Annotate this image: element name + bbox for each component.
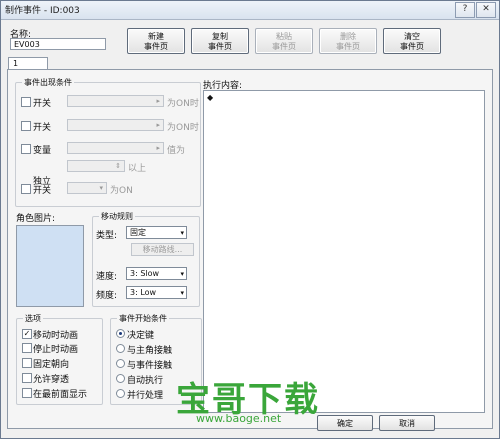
trigger-player-touch-radio[interactable] xyxy=(116,344,125,353)
graphic-label: 角色图片: xyxy=(16,214,56,224)
self-switch-suffix: 为ON xyxy=(110,186,133,196)
switch2-checkbox[interactable] xyxy=(21,121,31,131)
variable-select[interactable]: ▸ xyxy=(67,142,164,154)
trigger-parallel-radio[interactable] xyxy=(116,389,125,398)
switch1-select[interactable]: ▸ xyxy=(67,95,164,107)
direction-fix-checkbox[interactable] xyxy=(22,358,32,368)
movement-group: 移动规则 类型: 固定 ▾ 移动路线... 速度: 3: Slow ▾ 频度: 3:… xyxy=(92,211,200,307)
switch2-select[interactable]: ▸ xyxy=(67,119,164,131)
variable-checkbox[interactable] xyxy=(21,144,31,154)
trigger-title: 事件开始条件 xyxy=(117,313,169,324)
move-route-button[interactable]: 移动路线... xyxy=(131,243,194,256)
clear-page-button[interactable]: 清空 事件页 xyxy=(383,28,441,54)
direction-fix-label: 固定朝向 xyxy=(33,360,70,370)
name-field[interactable]: EV003 xyxy=(10,38,106,50)
trigger-action-label: 决定键 xyxy=(127,331,155,341)
walk-anim-label: 移动时动画 xyxy=(33,331,79,341)
trigger-player-touch-label: 与主角接触 xyxy=(127,346,173,356)
delete-page-button[interactable]: 删除 事件页 xyxy=(319,28,377,54)
movement-title: 移动规则 xyxy=(99,211,135,222)
trigger-parallel-label: 并行处理 xyxy=(127,391,164,401)
exec-marker[interactable]: ◆ xyxy=(207,93,213,102)
ok-button[interactable]: 确定 xyxy=(317,415,373,431)
variable-label: 变量 xyxy=(33,146,52,156)
paste-page-button[interactable]: 粘贴 事件页 xyxy=(255,28,313,54)
switch2-label: 开关 xyxy=(33,123,52,133)
freq-select[interactable]: 3: Low ▾ xyxy=(126,286,187,299)
options-title: 选项 xyxy=(23,313,43,324)
watermark-url: www.baoge.net xyxy=(196,412,282,425)
walk-anim-checkbox[interactable]: ✓ xyxy=(22,329,32,339)
through-checkbox[interactable] xyxy=(22,373,32,383)
step-anim-label: 停止时动画 xyxy=(33,345,79,355)
speed-select[interactable]: 3: Slow ▾ xyxy=(126,267,187,280)
type-select[interactable]: 固定 ▾ xyxy=(126,226,187,239)
trigger-event-touch-label: 与事件接触 xyxy=(127,361,173,371)
close-button[interactable]: ✕ xyxy=(476,2,496,18)
self-switch-checkbox[interactable] xyxy=(21,184,31,194)
switch1-checkbox[interactable] xyxy=(21,97,31,107)
window-title: 制作事件 - ID:003 xyxy=(5,6,80,16)
switch1-label: 开关 xyxy=(33,99,52,109)
freq-label: 频度: xyxy=(96,291,118,301)
trigger-autorun-radio[interactable] xyxy=(116,374,125,383)
trigger-action-radio[interactable] xyxy=(116,329,125,338)
options-group: 选项 ✓ 移动时动画 停止时动画 固定朝向 允许穿透 在最前面显示 xyxy=(16,313,103,405)
conditions-title: 事件出现条件 xyxy=(22,77,74,88)
step-anim-checkbox[interactable] xyxy=(22,343,32,353)
trigger-event-touch-radio[interactable] xyxy=(116,359,125,368)
above-label: 以上 xyxy=(128,164,147,174)
always-on-top-label: 在最前面显示 xyxy=(33,390,88,400)
help-button[interactable]: ? xyxy=(455,2,475,18)
trigger-autorun-label: 自动执行 xyxy=(127,376,164,386)
through-label: 允许穿透 xyxy=(33,375,70,385)
variable-suffix: 值为 xyxy=(167,146,186,156)
self-switch-label: 独立 开关 xyxy=(33,177,52,196)
switch1-suffix: 为ON时 xyxy=(167,99,199,109)
variable-value-field[interactable]: ⇕ xyxy=(67,160,125,172)
title-bar: 制作事件 - ID:003 ? ✕ xyxy=(1,1,499,20)
cancel-button[interactable]: 取消 xyxy=(379,415,435,431)
conditions-group: 事件出现条件 开关 ▸ 为ON时 开关 ▸ 为ON时 变量 ▸ 值为 ⇕ 以上 … xyxy=(15,77,201,207)
self-switch-select[interactable]: ▾ xyxy=(67,182,107,194)
exec-content-list[interactable]: ◆ xyxy=(203,90,485,413)
type-label: 类型: xyxy=(96,231,118,241)
character-graphic-box[interactable] xyxy=(16,225,84,307)
speed-label: 速度: xyxy=(96,272,118,282)
always-on-top-checkbox[interactable] xyxy=(22,388,32,398)
new-page-button[interactable]: 新建 事件页 xyxy=(127,28,185,54)
copy-page-button[interactable]: 复制 事件页 xyxy=(191,28,249,54)
switch2-suffix: 为ON时 xyxy=(167,123,199,133)
